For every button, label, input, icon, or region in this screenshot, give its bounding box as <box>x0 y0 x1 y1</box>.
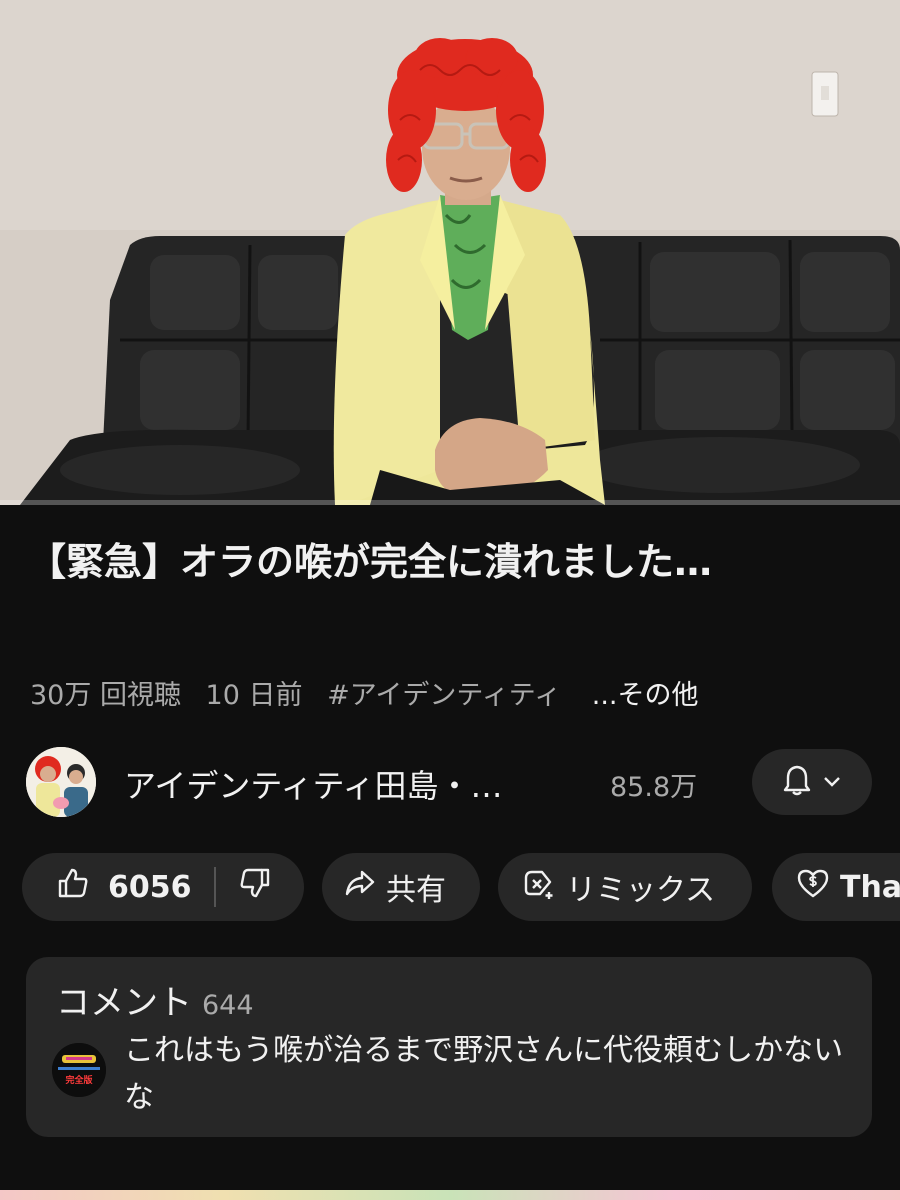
comments-header: コメント 644 <box>56 975 254 1024</box>
share-button[interactable]: 共有 <box>322 853 480 921</box>
like-dislike-pill: 6056 <box>22 853 304 921</box>
video-player[interactable] <box>0 0 900 505</box>
remix-icon <box>522 866 556 908</box>
share-icon <box>344 868 376 906</box>
comments-title: コメント <box>56 983 192 1023</box>
bell-icon <box>782 764 812 800</box>
heart-dollar-icon <box>796 867 830 907</box>
remix-button[interactable]: リミックス <box>498 853 752 921</box>
remix-label: リミックス <box>566 873 716 908</box>
next-content-peek <box>0 1190 900 1200</box>
commenter-avatar[interactable]: 完全版 <box>52 1043 106 1097</box>
hashtag-link[interactable]: #アイデンティティ <box>327 680 561 711</box>
thanks-label: Thanks <box>840 869 900 905</box>
channel-row: アイデンティティ田島・… 85.8万 <box>0 747 900 819</box>
video-frame-illustration <box>0 0 900 505</box>
action-bar: 6056 共有 リミックス Tha <box>0 853 900 923</box>
thumbs-up-icon[interactable] <box>56 866 90 908</box>
chevron-down-icon <box>822 773 842 792</box>
channel-avatar[interactable] <box>26 747 96 817</box>
like-count[interactable]: 6056 <box>108 870 192 905</box>
notification-bell-button[interactable] <box>752 749 872 815</box>
comments-section[interactable]: コメント 644 完全版 これはもう喉が治るまで野沢さんに代役頼むしかないな <box>26 957 872 1137</box>
channel-name[interactable]: アイデンティティ田島・… <box>124 761 503 807</box>
subscriber-count: 85.8万 <box>610 772 698 803</box>
thanks-button[interactable]: Thanks <box>772 853 900 921</box>
commenter-avatar-text: 完全版 <box>65 1074 92 1086</box>
video-info-panel: 【緊急】オラの喉が完全に潰れました… 30万 回視聴 10 日前 #アイデンティ… <box>0 505 900 1200</box>
view-count: 30万 回視聴 <box>30 680 181 711</box>
upload-age: 10 日前 <box>205 680 303 711</box>
video-meta[interactable]: 30万 回視聴 10 日前 #アイデンティティ ...その他 <box>30 673 714 712</box>
more-link[interactable]: ...その他 <box>592 680 699 711</box>
thumbs-down-icon[interactable] <box>238 866 272 908</box>
share-label: 共有 <box>386 873 446 908</box>
like-divider <box>213 867 216 907</box>
top-comment-text: これはもう喉が治るまで野沢さんに代役頼むしかないな <box>124 1033 844 1115</box>
video-title[interactable]: 【緊急】オラの喉が完全に潰れました… <box>28 535 878 590</box>
comments-count: 644 <box>202 990 254 1021</box>
